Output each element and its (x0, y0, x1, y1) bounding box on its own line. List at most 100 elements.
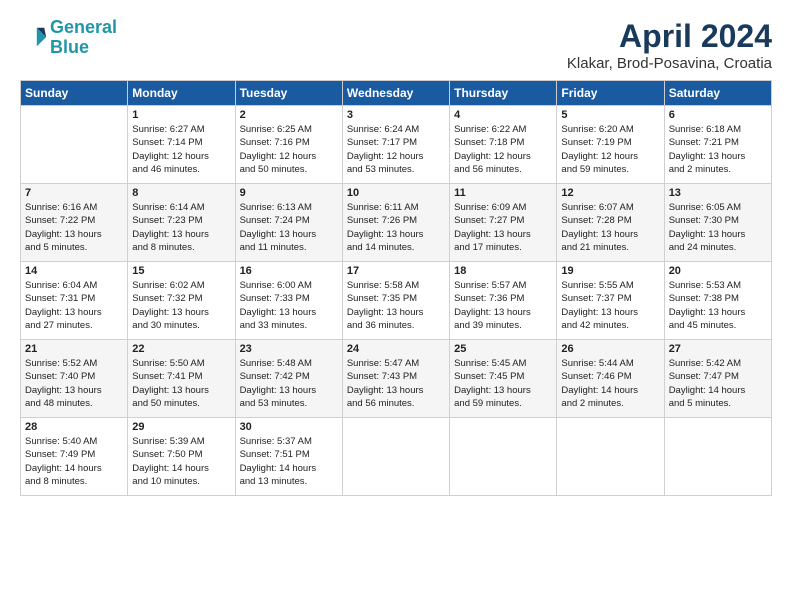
cell-content: Sunrise: 5:47 AM Sunset: 7:43 PM Dayligh… (347, 357, 445, 410)
cell-content: Sunrise: 5:53 AM Sunset: 7:38 PM Dayligh… (669, 279, 767, 332)
calendar-cell: 1 Sunrise: 6:27 AM Sunset: 7:14 PM Daylig… (128, 106, 235, 184)
day-number: 24 (347, 343, 445, 355)
calendar-table: SundayMondayTuesdayWednesdayThursdayFrid… (20, 80, 772, 496)
cell-content: Sunrise: 5:40 AM Sunset: 7:49 PM Dayligh… (25, 435, 123, 488)
calendar-cell: 7 Sunrise: 6:16 AM Sunset: 7:22 PM Daylig… (21, 184, 128, 262)
cell-content: Sunrise: 6:20 AM Sunset: 7:19 PM Dayligh… (561, 123, 659, 176)
calendar-cell: 30Sunrise: 5:37 AM Sunset: 7:51 PM Dayli… (235, 418, 342, 496)
day-number: 9 (240, 187, 338, 199)
calendar-cell: 9Sunrise: 6:13 AM Sunset: 7:24 PM Daylig… (235, 184, 342, 262)
weekday-header: Sunday (21, 81, 128, 106)
cell-content: Sunrise: 5:45 AM Sunset: 7:45 PM Dayligh… (454, 357, 552, 410)
logo: General Blue (20, 18, 117, 58)
calendar-week-row: 28 Sunrise: 5:40 AM Sunset: 7:49 PM Dayli… (21, 418, 772, 496)
day-number: 22 (132, 343, 230, 355)
header: General Blue April 2024 Klakar, Brod-Pos… (20, 18, 772, 72)
day-number: 7 (25, 187, 123, 199)
page: General Blue April 2024 Klakar, Brod-Pos… (0, 0, 792, 506)
day-number: 17 (347, 265, 445, 277)
cell-content: Sunrise: 6:27 AM Sunset: 7:14 PM Dayligh… (132, 123, 230, 176)
calendar-week-row: 21Sunrise: 5:52 AM Sunset: 7:40 PM Dayli… (21, 340, 772, 418)
day-number: 6 (669, 109, 767, 121)
location: Klakar, Brod-Posavina, Croatia (567, 55, 772, 72)
day-number: 4 (454, 109, 552, 121)
cell-content: Sunrise: 5:42 AM Sunset: 7:47 PM Dayligh… (669, 357, 767, 410)
day-number: 13 (669, 187, 767, 199)
cell-content: Sunrise: 6:18 AM Sunset: 7:21 PM Dayligh… (669, 123, 767, 176)
calendar-cell: 27 Sunrise: 5:42 AM Sunset: 7:47 PM Dayli… (664, 340, 771, 418)
cell-content: Sunrise: 6:02 AM Sunset: 7:32 PM Dayligh… (132, 279, 230, 332)
calendar-cell: 22 Sunrise: 5:50 AM Sunset: 7:41 PM Dayli… (128, 340, 235, 418)
calendar-cell (342, 418, 449, 496)
day-number: 28 (25, 421, 123, 433)
calendar-cell: 20 Sunrise: 5:53 AM Sunset: 7:38 PM Dayli… (664, 262, 771, 340)
calendar-cell: 12 Sunrise: 6:07 AM Sunset: 7:28 PM Dayli… (557, 184, 664, 262)
day-number: 29 (132, 421, 230, 433)
cell-content: Sunrise: 5:44 AM Sunset: 7:46 PM Dayligh… (561, 357, 659, 410)
calendar-cell: 26 Sunrise: 5:44 AM Sunset: 7:46 PM Dayli… (557, 340, 664, 418)
calendar-cell: 17Sunrise: 5:58 AM Sunset: 7:35 PM Dayli… (342, 262, 449, 340)
weekday-header: Monday (128, 81, 235, 106)
calendar-cell: 5Sunrise: 6:20 AM Sunset: 7:19 PM Daylig… (557, 106, 664, 184)
calendar-cell: 19 Sunrise: 5:55 AM Sunset: 7:37 PM Dayli… (557, 262, 664, 340)
calendar-cell: 3 Sunrise: 6:24 AM Sunset: 7:17 PM Daylig… (342, 106, 449, 184)
calendar-cell: 10Sunrise: 6:11 AM Sunset: 7:26 PM Dayli… (342, 184, 449, 262)
day-number: 19 (561, 265, 659, 277)
cell-content: Sunrise: 5:50 AM Sunset: 7:41 PM Dayligh… (132, 357, 230, 410)
calendar-cell: 23 Sunrise: 5:48 AM Sunset: 7:42 PM Dayli… (235, 340, 342, 418)
cell-content: Sunrise: 6:09 AM Sunset: 7:27 PM Dayligh… (454, 201, 552, 254)
calendar-cell: 13 Sunrise: 6:05 AM Sunset: 7:30 PM Dayli… (664, 184, 771, 262)
day-number: 23 (240, 343, 338, 355)
day-number: 3 (347, 109, 445, 121)
day-number: 10 (347, 187, 445, 199)
day-number: 11 (454, 187, 552, 199)
day-number: 18 (454, 265, 552, 277)
day-number: 26 (561, 343, 659, 355)
weekday-header: Thursday (450, 81, 557, 106)
calendar-cell (21, 106, 128, 184)
weekday-header: Friday (557, 81, 664, 106)
calendar-cell: 24 Sunrise: 5:47 AM Sunset: 7:43 PM Dayli… (342, 340, 449, 418)
weekday-header-row: SundayMondayTuesdayWednesdayThursdayFrid… (21, 81, 772, 106)
logo-icon (20, 24, 48, 52)
day-number: 20 (669, 265, 767, 277)
cell-content: Sunrise: 5:48 AM Sunset: 7:42 PM Dayligh… (240, 357, 338, 410)
calendar-cell: 16 Sunrise: 6:00 AM Sunset: 7:33 PM Dayli… (235, 262, 342, 340)
cell-content: Sunrise: 6:25 AM Sunset: 7:16 PM Dayligh… (240, 123, 338, 176)
calendar-cell: 6 Sunrise: 6:18 AM Sunset: 7:21 PM Daylig… (664, 106, 771, 184)
calendar-week-row: 14Sunrise: 6:04 AM Sunset: 7:31 PM Dayli… (21, 262, 772, 340)
cell-content: Sunrise: 6:05 AM Sunset: 7:30 PM Dayligh… (669, 201, 767, 254)
calendar-cell: 11 Sunrise: 6:09 AM Sunset: 7:27 PM Dayli… (450, 184, 557, 262)
calendar-cell: 29 Sunrise: 5:39 AM Sunset: 7:50 PM Dayli… (128, 418, 235, 496)
cell-content: Sunrise: 6:04 AM Sunset: 7:31 PM Dayligh… (25, 279, 123, 332)
calendar-cell: 28 Sunrise: 5:40 AM Sunset: 7:49 PM Dayli… (21, 418, 128, 496)
day-number: 15 (132, 265, 230, 277)
day-number: 25 (454, 343, 552, 355)
title-block: April 2024 Klakar, Brod-Posavina, Croati… (567, 18, 772, 72)
calendar-cell (557, 418, 664, 496)
cell-content: Sunrise: 6:16 AM Sunset: 7:22 PM Dayligh… (25, 201, 123, 254)
logo-text: General Blue (50, 18, 117, 58)
cell-content: Sunrise: 6:07 AM Sunset: 7:28 PM Dayligh… (561, 201, 659, 254)
cell-content: Sunrise: 6:24 AM Sunset: 7:17 PM Dayligh… (347, 123, 445, 176)
calendar-cell: 14Sunrise: 6:04 AM Sunset: 7:31 PM Dayli… (21, 262, 128, 340)
day-number: 2 (240, 109, 338, 121)
cell-content: Sunrise: 6:00 AM Sunset: 7:33 PM Dayligh… (240, 279, 338, 332)
weekday-header: Tuesday (235, 81, 342, 106)
calendar-cell (664, 418, 771, 496)
cell-content: Sunrise: 6:14 AM Sunset: 7:23 PM Dayligh… (132, 201, 230, 254)
calendar-cell (450, 418, 557, 496)
day-number: 12 (561, 187, 659, 199)
day-number: 1 (132, 109, 230, 121)
calendar-week-row: 1 Sunrise: 6:27 AM Sunset: 7:14 PM Daylig… (21, 106, 772, 184)
day-number: 8 (132, 187, 230, 199)
day-number: 16 (240, 265, 338, 277)
calendar-cell: 4Sunrise: 6:22 AM Sunset: 7:18 PM Daylig… (450, 106, 557, 184)
weekday-header: Saturday (664, 81, 771, 106)
month-title: April 2024 (567, 18, 772, 55)
day-number: 27 (669, 343, 767, 355)
calendar-cell: 18Sunrise: 5:57 AM Sunset: 7:36 PM Dayli… (450, 262, 557, 340)
cell-content: Sunrise: 5:39 AM Sunset: 7:50 PM Dayligh… (132, 435, 230, 488)
cell-content: Sunrise: 5:55 AM Sunset: 7:37 PM Dayligh… (561, 279, 659, 332)
day-number: 30 (240, 421, 338, 433)
